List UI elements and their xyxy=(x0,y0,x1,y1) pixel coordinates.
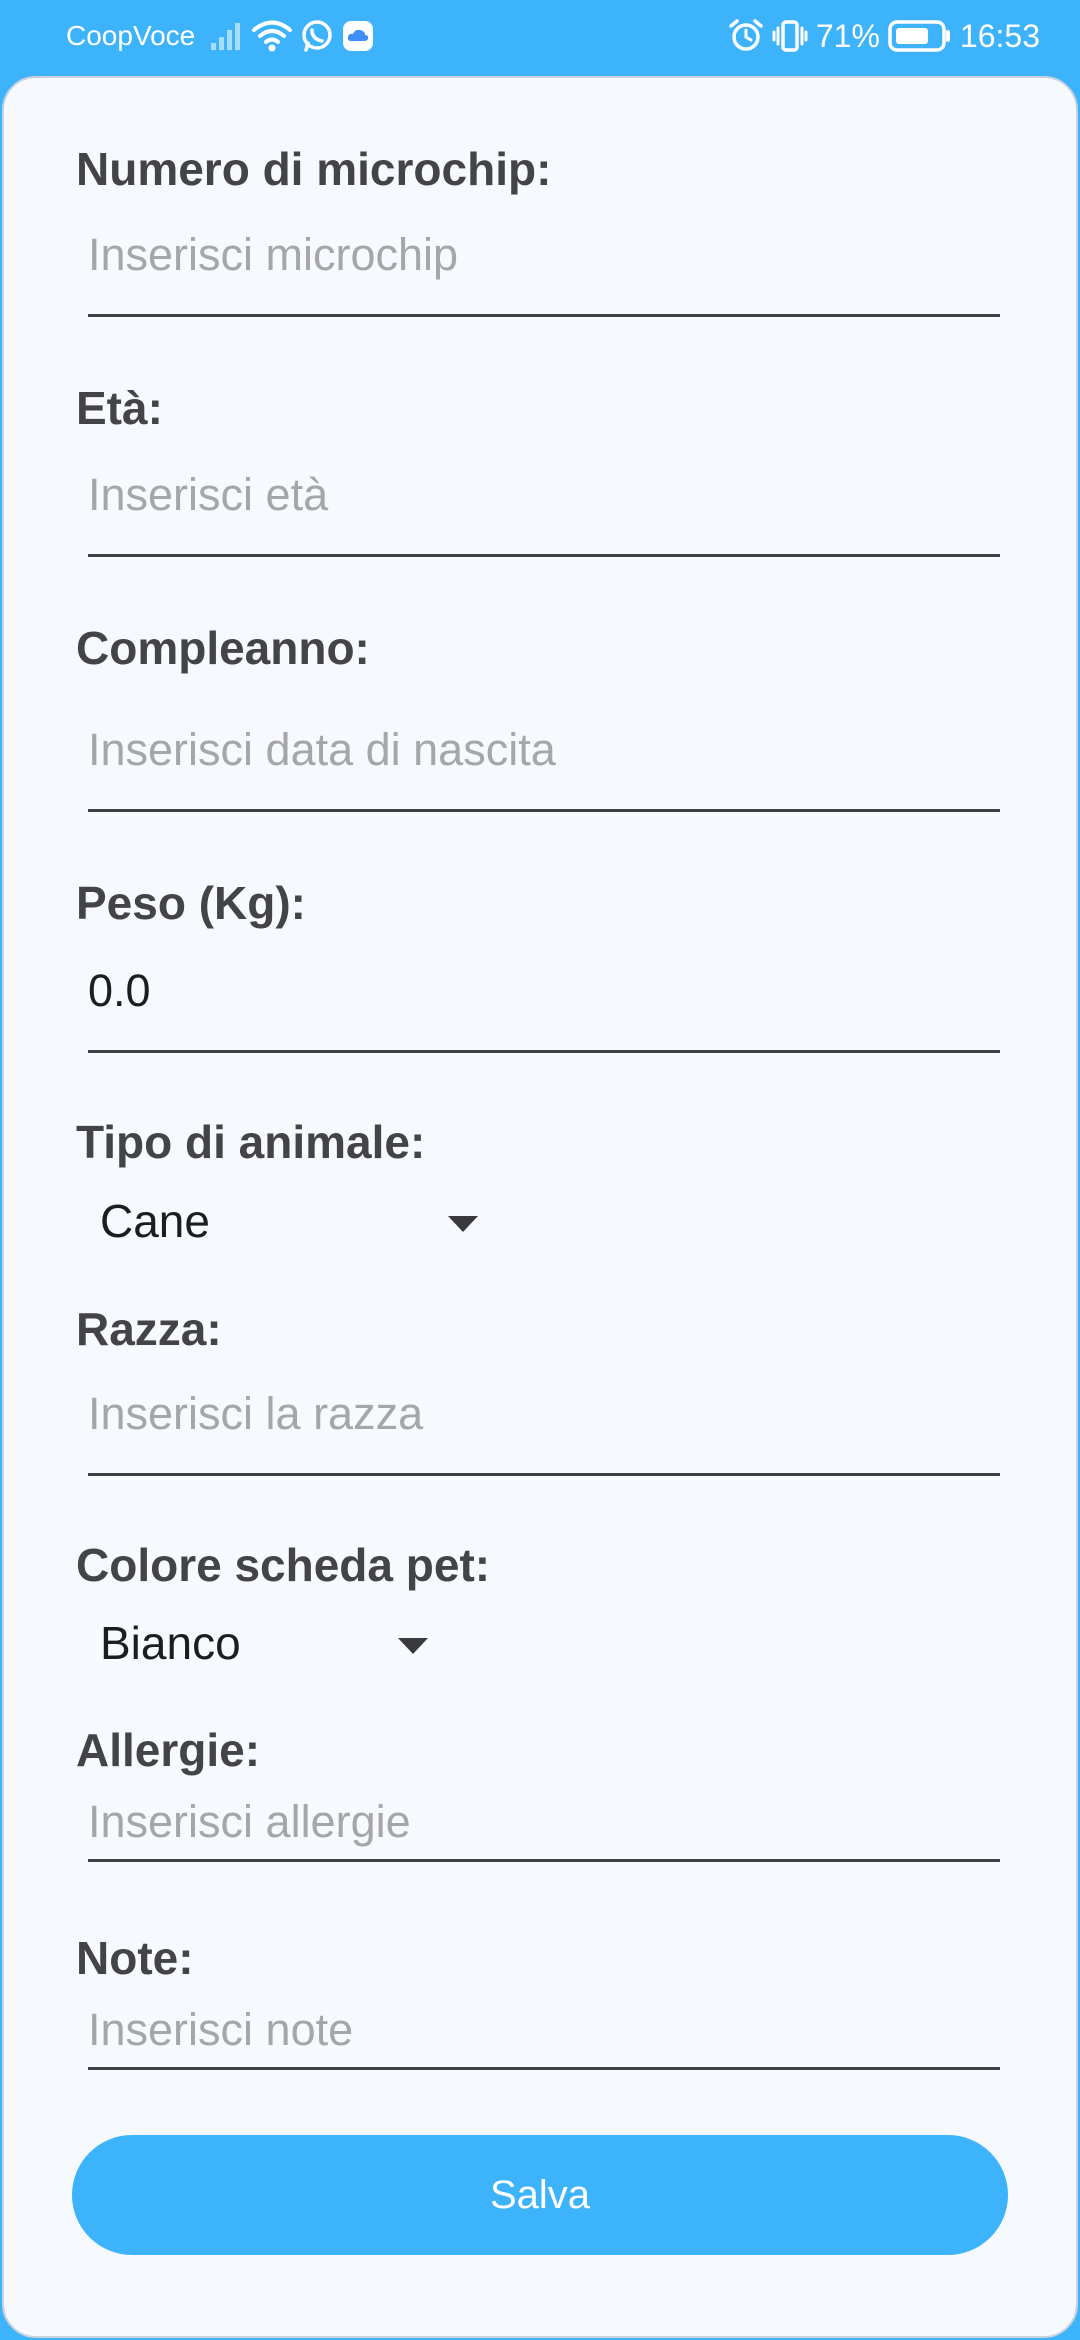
card-color-selected: Bianco xyxy=(100,1617,241,1669)
eta-label: Età: xyxy=(76,382,163,434)
weight-input[interactable]: 0.0 xyxy=(88,949,1000,1053)
eta-input[interactable]: Inserisci età xyxy=(88,453,1000,557)
status-left-icons xyxy=(210,16,374,56)
note-label: Note: xyxy=(76,1932,194,1984)
clock: 16:53 xyxy=(959,17,1040,54)
birthdate-placeholder: Inserisci data di nascita xyxy=(88,724,556,775)
breed-input[interactable]: Inserisci la razza xyxy=(88,1372,1000,1476)
microchip-input[interactable]: Inserisci microchip xyxy=(88,213,1000,317)
pet-form-card: Numero di microchip: Inserisci microchip… xyxy=(2,76,1078,2338)
birthdate-input[interactable]: Inserisci data di nascita xyxy=(88,692,1000,812)
status-bar: CoopVoce 71% 16:53 xyxy=(0,0,1080,76)
colore-label: Colore scheda pet: xyxy=(76,1539,491,1591)
cloud-icon xyxy=(342,20,374,52)
allergie-label: Allergie: xyxy=(76,1724,261,1776)
wifi-icon xyxy=(252,19,292,53)
microchip-placeholder: Inserisci microchip xyxy=(88,229,459,280)
weight-value: 0.0 xyxy=(88,965,151,1016)
card-color-dropdown[interactable]: Bianco xyxy=(100,1610,440,1680)
battery-percent: 71% xyxy=(815,17,880,54)
status-right-icons: 71% 16:53 xyxy=(728,14,1040,58)
carrier-label: CoopVoce xyxy=(66,20,196,51)
allergies-input[interactable]: Inserisci allergie xyxy=(88,1790,1000,1862)
breed-placeholder: Inserisci la razza xyxy=(88,1388,424,1439)
peso-label: Peso (Kg): xyxy=(76,877,306,929)
vibrate-icon xyxy=(772,18,808,54)
notes-input[interactable]: Inserisci note xyxy=(88,1998,1000,2070)
allergies-placeholder: Inserisci allergie xyxy=(88,1796,411,1847)
save-button[interactable]: Salva xyxy=(72,2135,1008,2255)
alarm-icon xyxy=(728,18,764,54)
notes-placeholder: Inserisci note xyxy=(88,2004,354,2055)
signal-icon xyxy=(210,21,244,51)
chevron-down-icon xyxy=(398,1638,428,1654)
tipo-animale-label: Tipo di animale: xyxy=(76,1116,426,1168)
eta-placeholder: Inserisci età xyxy=(88,469,329,520)
battery-icon xyxy=(888,19,952,53)
compleanno-label: Compleanno: xyxy=(76,622,370,674)
razza-label: Razza: xyxy=(76,1303,222,1355)
animal-type-selected: Cane xyxy=(100,1195,210,1247)
microchip-label: Numero di microchip: xyxy=(76,143,552,195)
whatsapp-icon xyxy=(300,19,334,53)
chevron-down-icon xyxy=(448,1216,478,1232)
animal-type-dropdown[interactable]: Cane xyxy=(100,1188,480,1258)
